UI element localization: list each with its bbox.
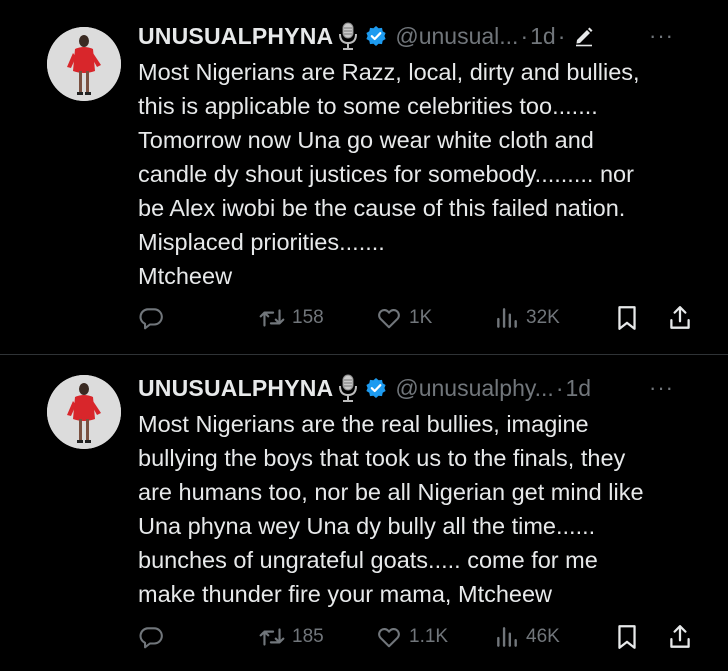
heart-icon xyxy=(378,309,400,329)
avatar[interactable] xyxy=(47,27,121,101)
tweet-text-line: this is applicable to some celebrities t… xyxy=(138,93,598,119)
display-name[interactable]: UNUSUALPHYNA xyxy=(138,23,333,50)
like-count: 1.1K xyxy=(409,626,449,647)
share-icon xyxy=(670,625,690,648)
tweet-text-line: Most Nigerians are Razz, local, dirty an… xyxy=(138,59,640,85)
tweet-text-line: Misplaced priorities....... xyxy=(138,229,385,255)
views-button[interactable]: 32K xyxy=(494,303,560,333)
reply-button[interactable] xyxy=(138,622,164,652)
tweet-text-line: Most Nigerians are the real bullies, ima… xyxy=(138,411,589,437)
bookmark-icon xyxy=(618,625,636,649)
share-button[interactable] xyxy=(667,622,693,652)
retweet-count: 158 xyxy=(292,307,324,328)
tweet-text: Most Nigerians are the real bullies, ima… xyxy=(138,407,708,611)
retweet-icon xyxy=(259,628,285,646)
separator: · xyxy=(520,22,529,49)
tweet-text-line: Mtcheew xyxy=(138,263,233,289)
tweet-text-line: Una phyna wey Una dy bully all the time.… xyxy=(138,513,596,539)
like-button[interactable]: 1K xyxy=(375,303,432,333)
microphone-emoji-icon xyxy=(337,21,359,51)
tweet-header: UNUSUALPHYNA @unusualphy... · 1d ··· xyxy=(138,372,704,404)
tweet-text: Most Nigerians are Razz, local, dirty an… xyxy=(138,55,708,293)
tweet-text-line: bullying the boys that took us to the fi… xyxy=(138,445,626,471)
heart-icon xyxy=(378,628,400,648)
views-count: 32K xyxy=(526,307,560,328)
edit-pencil-icon[interactable] xyxy=(573,25,595,47)
share-button[interactable] xyxy=(667,303,693,333)
microphone-emoji-icon xyxy=(337,373,359,403)
timestamp[interactable]: 1d xyxy=(530,23,556,50)
views-count: 46K xyxy=(526,626,560,647)
views-button[interactable]: 46K xyxy=(494,622,560,652)
separator: · xyxy=(555,374,564,401)
tweet-actions: 185 1.1K 46K xyxy=(0,622,728,652)
tweet-text-line: Tomorrow now Una go wear white cloth and xyxy=(138,127,594,153)
bookmark-button[interactable] xyxy=(614,303,640,333)
handle[interactable]: @unusualphy... xyxy=(395,375,553,402)
more-options-button[interactable]: ··· xyxy=(649,375,674,401)
bookmark-icon xyxy=(618,306,636,330)
tweet[interactable]: UNUSUALPHYNA @unusual... · 1d · ··· Most… xyxy=(0,0,728,355)
reply-icon xyxy=(139,627,163,649)
like-count: 1K xyxy=(409,307,433,328)
tweet-text-line: bunches of ungrateful goats..... come fo… xyxy=(138,547,598,573)
retweet-button[interactable]: 158 xyxy=(258,303,324,333)
tweet[interactable]: UNUSUALPHYNA @unusualphy... · 1d ··· Mos… xyxy=(0,356,728,671)
bookmark-button[interactable] xyxy=(614,622,640,652)
retweet-count: 185 xyxy=(292,626,324,647)
retweet-button[interactable]: 185 xyxy=(258,622,324,652)
views-icon xyxy=(497,308,517,328)
avatar[interactable] xyxy=(47,375,121,449)
verified-badge-icon xyxy=(365,25,387,47)
reply-icon xyxy=(139,308,163,330)
more-options-button[interactable]: ··· xyxy=(649,23,674,49)
like-button[interactable]: 1.1K xyxy=(375,622,448,652)
tweet-header: UNUSUALPHYNA @unusual... · 1d · ··· xyxy=(138,20,704,52)
handle[interactable]: @unusual... xyxy=(395,23,518,50)
reply-button[interactable] xyxy=(138,303,164,333)
tweet-text-line: be Alex iwobi be the cause of this faile… xyxy=(138,195,626,221)
tweet-text-line: make thunder fire your mama, Mtcheew xyxy=(138,581,553,607)
share-icon xyxy=(670,306,690,329)
views-icon xyxy=(497,627,517,647)
verified-badge-icon xyxy=(365,377,387,399)
retweet-icon xyxy=(259,309,285,327)
tweet-text-line: are humans too, nor be all Nigerian get … xyxy=(138,479,644,505)
timestamp[interactable]: 1d xyxy=(566,375,592,402)
tweet-actions: 158 1K 32K xyxy=(0,303,728,333)
separator: · xyxy=(557,22,566,49)
display-name[interactable]: UNUSUALPHYNA xyxy=(138,375,333,402)
tweet-text-line: candle dy shout justices for somebody...… xyxy=(138,161,634,187)
